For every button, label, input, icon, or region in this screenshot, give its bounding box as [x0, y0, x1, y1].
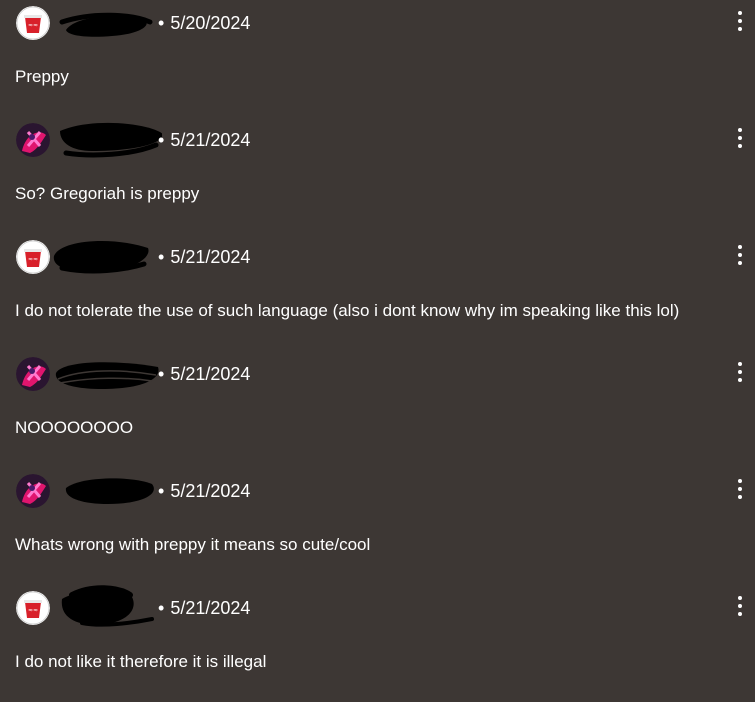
redacted-username — [52, 0, 162, 44]
comment-text: NOOOOOOOO — [15, 418, 134, 437]
cup-avatar-icon[interactable]: ≈≈ — [16, 6, 50, 40]
comment-text: Preppy — [15, 67, 69, 86]
redacted-username — [52, 234, 162, 278]
cup-avatar-icon[interactable]: ≈≈ — [16, 240, 50, 274]
separator-dot: • — [158, 247, 165, 267]
more-options-button[interactable] — [731, 357, 749, 387]
comment: • 5/21/2024 NOOOOOOOO — [0, 351, 755, 468]
comment: ≈≈ • 5/21/2024 I do not like it therefore… — [0, 585, 755, 702]
comment-date: • 5/21/2024 — [158, 480, 250, 502]
character-avatar-icon[interactable] — [16, 474, 50, 508]
more-options-button[interactable] — [731, 474, 749, 504]
date-label: 5/21/2024 — [170, 598, 251, 618]
date-label: 5/21/2024 — [170, 481, 251, 501]
cup-avatar-icon[interactable]: ≈≈ — [16, 591, 50, 625]
more-options-button[interactable] — [731, 240, 749, 270]
comment: • 5/21/2024 Whats wrong with preppy it me… — [0, 468, 755, 585]
separator-dot: • — [158, 481, 165, 501]
character-avatar-icon[interactable] — [16, 123, 50, 157]
comment: ≈≈ • 5/20/2024 Preppy — [0, 0, 755, 117]
date-label: 5/21/2024 — [170, 364, 251, 384]
comment-date: • 5/20/2024 — [158, 12, 250, 34]
more-options-button[interactable] — [731, 591, 749, 621]
comment-thread: ≈≈ • 5/20/2024 Preppy • 5/21/2024 So? Gr… — [0, 0, 755, 676]
separator-dot: • — [158, 364, 165, 384]
date-label: 5/21/2024 — [170, 130, 251, 150]
svg-text:≈≈: ≈≈ — [28, 607, 38, 614]
date-label: 5/20/2024 — [170, 13, 251, 33]
character-avatar-icon[interactable] — [16, 357, 50, 391]
separator-dot: • — [158, 598, 165, 618]
comment-text: Whats wrong with preppy it means so cute… — [15, 535, 371, 554]
redacted-username — [52, 117, 162, 161]
redacted-username — [52, 468, 162, 512]
separator-dot: • — [158, 13, 165, 33]
comment-text: I do not tolerate the use of such langua… — [15, 301, 680, 320]
redacted-username — [52, 351, 162, 395]
svg-text:≈≈: ≈≈ — [28, 256, 38, 263]
comment-text: I do not like it therefore it is illegal — [15, 652, 267, 671]
comment-text: So? Gregoriah is preppy — [15, 184, 200, 203]
comment-date: • 5/21/2024 — [158, 363, 250, 385]
more-options-button[interactable] — [731, 6, 749, 36]
redacted-username — [52, 585, 162, 629]
comment: • 5/21/2024 So? Gregoriah is preppy — [0, 117, 755, 234]
comment-date: • 5/21/2024 — [158, 597, 250, 619]
more-options-button[interactable] — [731, 123, 749, 153]
separator-dot: • — [158, 130, 165, 150]
comment-date: • 5/21/2024 — [158, 246, 250, 268]
comment-date: • 5/21/2024 — [158, 129, 250, 151]
date-label: 5/21/2024 — [170, 247, 251, 267]
comment: ≈≈ • 5/21/2024 I do not tolerate the use … — [0, 234, 755, 351]
svg-text:≈≈: ≈≈ — [28, 22, 38, 29]
